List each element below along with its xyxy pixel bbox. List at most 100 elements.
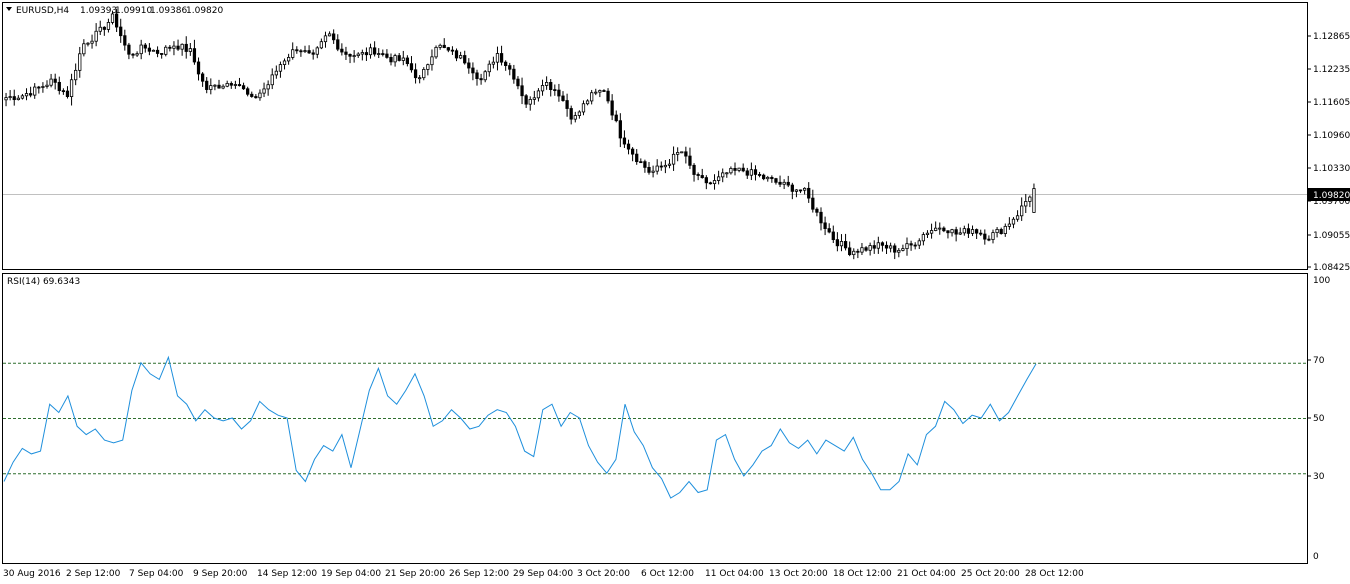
candle-body	[463, 55, 467, 64]
candle-body	[594, 91, 598, 94]
candle-body	[332, 33, 336, 41]
candle-body	[184, 43, 188, 52]
current-price-tag-label: 1.09820	[1313, 191, 1350, 201]
candle-body	[172, 45, 176, 49]
candle-body	[852, 250, 856, 256]
candle-body	[327, 33, 332, 37]
candle-body	[622, 137, 627, 145]
candle-body	[192, 48, 197, 63]
candle-body	[307, 50, 311, 54]
rsi-axis: 100 70 50 30 0	[1307, 276, 1330, 562]
candle-body	[970, 229, 975, 234]
candle-body	[389, 57, 393, 63]
candle-body	[377, 53, 381, 55]
candle-body	[860, 247, 864, 253]
candle-body	[225, 83, 229, 87]
candle-body	[700, 175, 704, 179]
candle-body	[168, 46, 172, 49]
candle-body	[1003, 225, 1007, 235]
candle-body	[745, 170, 749, 176]
candle-body	[905, 243, 909, 250]
candle-body	[475, 72, 479, 79]
candle-body	[106, 22, 111, 30]
candle-body	[319, 41, 324, 49]
candle-body	[606, 90, 610, 102]
candle-body	[856, 250, 860, 253]
price-tick-label: 1.10960	[1313, 131, 1350, 141]
candle-body	[123, 35, 127, 46]
candle-body	[12, 96, 16, 101]
rsi-tick-label: 50	[1313, 414, 1325, 424]
candle-body	[884, 244, 889, 249]
candle-body	[929, 230, 934, 234]
candle-body	[766, 176, 770, 180]
candle-body	[86, 42, 90, 45]
candle-body	[282, 60, 287, 65]
candle-body	[676, 152, 680, 155]
candle-body	[131, 53, 135, 56]
candle-body	[868, 245, 872, 251]
candle-body	[815, 208, 819, 213]
candle-body	[1032, 188, 1036, 213]
candle-body	[991, 232, 995, 240]
candle-body	[938, 227, 942, 230]
candle-body	[299, 50, 303, 53]
price-tick-label: 1.12235	[1313, 65, 1350, 75]
candle-body	[897, 249, 901, 253]
candle-body	[721, 172, 725, 178]
candle-body	[180, 43, 184, 50]
candle-body	[360, 52, 364, 55]
candle-body	[544, 82, 549, 86]
candle-body	[626, 143, 631, 150]
candle-body	[69, 79, 74, 97]
rsi-tick-label: 0	[1313, 552, 1319, 562]
candle-body	[458, 55, 463, 59]
candle-body	[696, 174, 700, 176]
candle-body	[397, 55, 401, 61]
candle-body	[946, 230, 950, 234]
candle-body	[127, 44, 131, 55]
candle-body	[508, 65, 512, 70]
candle-body	[53, 78, 57, 83]
candle-body	[28, 93, 33, 96]
candle-body	[336, 39, 340, 50]
candle-body	[610, 100, 614, 116]
candle-body	[8, 96, 12, 98]
candle-body	[487, 63, 491, 73]
candle-body	[819, 211, 823, 224]
candle-body	[651, 170, 655, 173]
candle-body	[921, 234, 926, 242]
candle-body	[598, 90, 602, 93]
candle-body	[979, 232, 983, 235]
candle-body	[147, 47, 152, 52]
candle-body	[422, 69, 426, 79]
price-tick-label: 1.08425	[1313, 263, 1350, 273]
candle-body	[704, 177, 708, 184]
ohlc-close: 1.09820	[186, 6, 223, 16]
candle-body	[536, 90, 541, 99]
candle-body	[241, 85, 246, 90]
candle-body	[741, 167, 745, 172]
candle-body	[356, 53, 360, 56]
candle-body	[995, 229, 999, 234]
candle-body	[917, 240, 921, 246]
price-panel	[2, 2, 1308, 270]
candle-body	[45, 84, 49, 87]
candle-body	[999, 229, 1003, 235]
candle-body	[49, 78, 53, 86]
price-tick-label: 1.11605	[1313, 98, 1350, 108]
candle-body	[909, 243, 913, 246]
candle-body	[966, 228, 971, 234]
candle-body	[254, 96, 258, 99]
candle-body	[155, 49, 160, 54]
time-axis: 30 Aug 2016 2 Sep 12:00 7 Sep 04:00 9 Se…	[3, 569, 1084, 579]
candle-body	[872, 245, 876, 249]
candle-body	[409, 63, 414, 71]
candle-body	[499, 53, 504, 63]
time-tick-label: 18 Oct 12:00	[833, 569, 892, 579]
candle-body	[413, 69, 418, 79]
candle-body	[602, 90, 606, 92]
candle-body	[880, 242, 885, 246]
candle-body	[827, 228, 831, 233]
candle-body	[344, 51, 348, 55]
